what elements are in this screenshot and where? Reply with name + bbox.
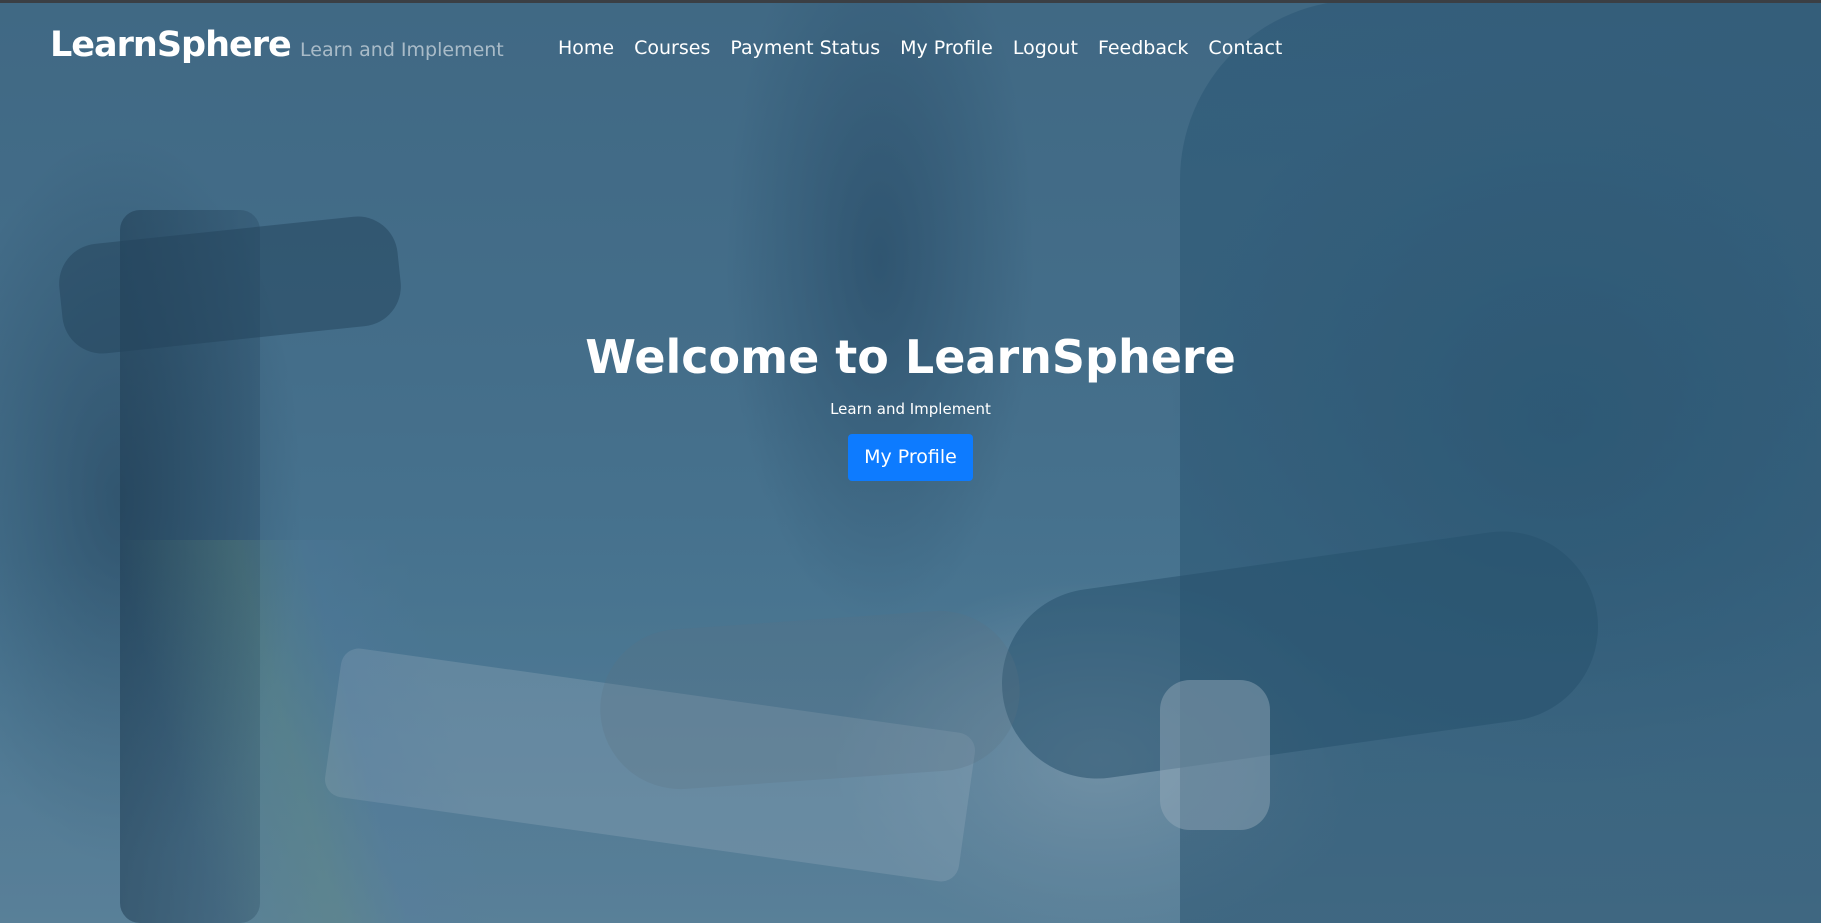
nav-links: Home Courses Payment Status My Profile L… (558, 37, 1282, 59)
nav-contact[interactable]: Contact (1208, 37, 1282, 59)
nav-courses[interactable]: Courses (634, 37, 710, 59)
hero-title: Welcome to LearnSphere (585, 330, 1236, 384)
nav-feedback[interactable]: Feedback (1098, 37, 1188, 59)
my-profile-button[interactable]: My Profile (848, 434, 973, 481)
hero-subtitle: Learn and Implement (830, 400, 991, 418)
brand-tagline: Learn and Implement (300, 39, 504, 61)
nav-logout[interactable]: Logout (1013, 37, 1078, 59)
nav-payment-status[interactable]: Payment Status (730, 37, 880, 59)
hero-section: Welcome to LearnSphere Learn and Impleme… (0, 330, 1821, 481)
nav-home[interactable]: Home (558, 37, 614, 59)
nav-my-profile[interactable]: My Profile (900, 37, 993, 59)
brand-logo[interactable]: LearnSphere (50, 25, 292, 65)
navbar: LearnSphere Learn and Implement Home Cou… (0, 3, 1821, 93)
page: LearnSphere Learn and Implement Home Cou… (0, 0, 1821, 923)
